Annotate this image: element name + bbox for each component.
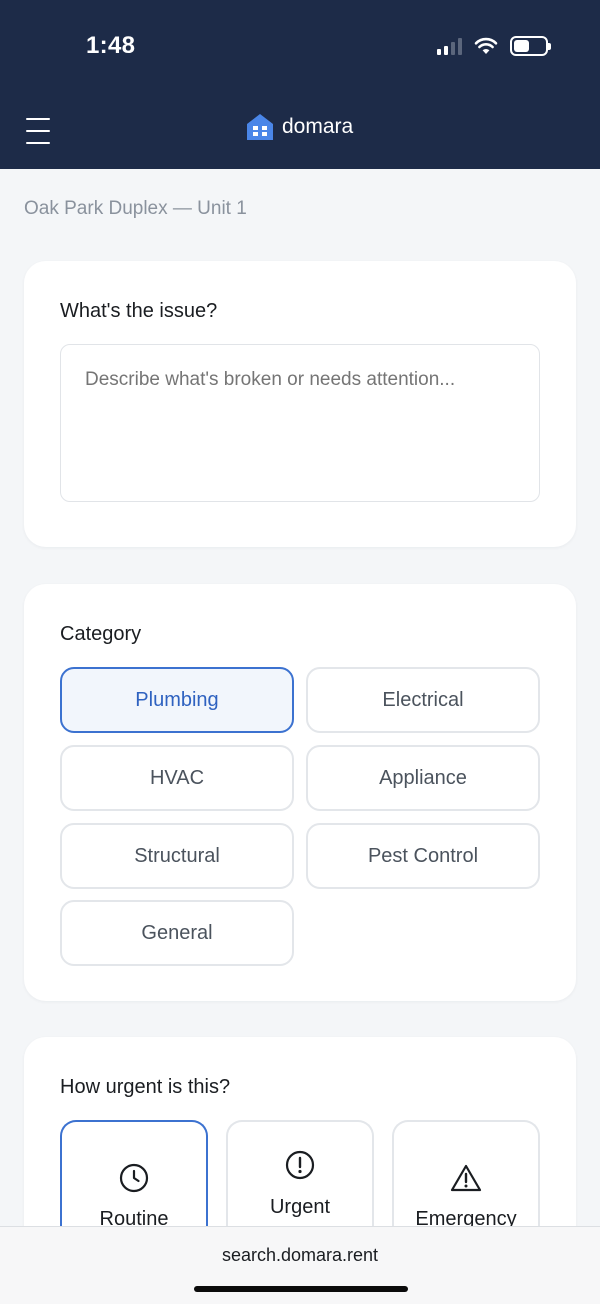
category-option-general[interactable]: General bbox=[60, 900, 294, 966]
wifi-icon bbox=[474, 37, 498, 54]
hamburger-menu-button[interactable] bbox=[26, 118, 52, 144]
urgency-option-emergency[interactable]: Emergency bbox=[392, 1120, 540, 1240]
category-option-electrical[interactable]: Electrical bbox=[306, 667, 540, 733]
category-option-pest-control[interactable]: Pest Control bbox=[306, 823, 540, 889]
urgency-label-urgent: Urgent bbox=[269, 1196, 331, 1218]
clock-icon bbox=[119, 1163, 149, 1193]
house-logo-icon bbox=[247, 114, 273, 140]
brand-logo[interactable]: domara bbox=[246, 112, 353, 142]
home-indicator[interactable] bbox=[194, 1286, 408, 1292]
cellular-signal-icon bbox=[437, 37, 462, 55]
urgency-option-routine[interactable]: Routine bbox=[60, 1120, 208, 1240]
status-time: 1:48 bbox=[86, 32, 136, 59]
breadcrumb: Oak Park Duplex — Unit 1 bbox=[24, 198, 247, 219]
category-option-hvac[interactable]: HVAC bbox=[60, 745, 294, 811]
urgency-title: How urgent is this? bbox=[60, 1076, 231, 1098]
browser-bottom-bar: search.domara.rent bbox=[0, 1226, 600, 1304]
category-title: Category bbox=[60, 623, 142, 645]
category-card: Category Plumbing Electrical HVAC Applia… bbox=[24, 584, 576, 1001]
category-option-structural[interactable]: Structural bbox=[60, 823, 294, 889]
alert-circle-icon bbox=[285, 1150, 315, 1180]
category-option-plumbing[interactable]: Plumbing bbox=[60, 667, 294, 733]
issue-card: What's the issue? bbox=[24, 261, 576, 547]
status-icons bbox=[437, 36, 551, 56]
warning-triangle-icon bbox=[450, 1164, 482, 1192]
urgency-option-urgent[interactable]: Urgent bbox=[226, 1120, 374, 1240]
issue-description-input[interactable] bbox=[60, 344, 540, 502]
issue-title: What's the issue? bbox=[60, 300, 218, 322]
category-option-appliance[interactable]: Appliance bbox=[306, 745, 540, 811]
app-header: 1:48 domara bbox=[0, 0, 600, 169]
brand-name: domara bbox=[282, 115, 354, 138]
url-bar[interactable]: search.domara.rent bbox=[0, 1245, 600, 1266]
battery-icon bbox=[510, 36, 551, 56]
